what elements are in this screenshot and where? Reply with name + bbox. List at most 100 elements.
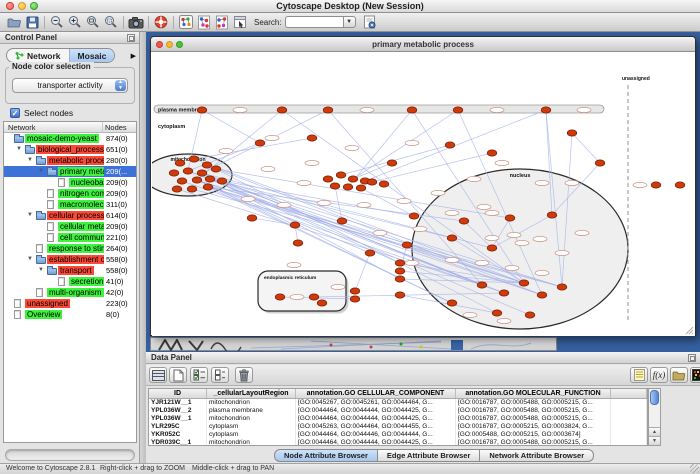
help-button[interactable] [152, 14, 170, 30]
zoom-out-icon [50, 15, 64, 29]
tab-network[interactable]: Network [7, 49, 69, 62]
table-row[interactable]: YDR039C__1mitochondrion[GO:0044464, GO:0… [149, 439, 647, 446]
attribute-table-button[interactable] [149, 367, 167, 383]
tree-row[interactable]: secretion41(0) [4, 276, 136, 287]
table-row[interactable]: YJR121W__1mitochondrion[GO:0045267, GO:0… [149, 399, 647, 407]
zoom-in-button[interactable] [66, 14, 84, 30]
tree-row[interactable]: cell communication221(0) [4, 232, 136, 243]
formula-builder-button[interactable]: f(x) [650, 367, 668, 383]
new-attribute-button[interactable] [169, 367, 187, 383]
tab-edge-attribute-browser[interactable]: Edge Attribute Browser [378, 449, 480, 462]
zoom-selected-button[interactable] [102, 14, 120, 30]
zoom-out-button[interactable] [48, 14, 66, 30]
toolbar-separator [148, 16, 149, 29]
tab-mosaic[interactable]: Mosaic [69, 49, 115, 62]
network-canvas[interactable]: plasma membranecytoplasmmitochondrionnuc… [152, 53, 695, 336]
table-cell-empty [611, 431, 647, 439]
tree-row[interactable]: nucleobase-containing c209(0) [4, 177, 136, 188]
import-attributes-button[interactable] [670, 367, 688, 383]
scroll-up-button[interactable]: ▲ [649, 427, 660, 436]
attribute-browser-button[interactable] [231, 14, 249, 30]
tree-row[interactable]: multi-organism process42(0) [4, 287, 136, 298]
matrix-view-button[interactable] [690, 367, 700, 383]
table-column-header[interactable]: annotation.GO CELLULAR_COMPONENT [296, 389, 456, 398]
table-scrollbar[interactable]: ▲ ▼ [648, 388, 661, 446]
search-options-button[interactable] [361, 14, 379, 30]
network-window-titlebar[interactable]: primary metabolic process [151, 37, 695, 52]
delete-attribute-button[interactable] [235, 367, 253, 383]
table-cell: [GO:0016787, GO:0005488, GO:0005215, G..… [456, 439, 611, 446]
tab-node-attribute-browser[interactable]: Node Attribute Browser [274, 449, 378, 462]
expand-arrow-icon[interactable]: ▼ [27, 256, 33, 263]
tree-row[interactable]: ▼cellular process614(0) [4, 210, 136, 221]
tree-row[interactable]: cellular metabolic proce209(0) [4, 221, 136, 232]
expand-arrow-icon[interactable]: ▼ [16, 146, 22, 153]
expand-arrow-icon[interactable]: ▼ [27, 157, 33, 164]
tree-row[interactable]: unassigned223(0) [4, 298, 136, 309]
folder-icon [36, 158, 46, 165]
scroll-down-button[interactable]: ▼ [649, 436, 660, 445]
tree-row[interactable]: macromolecule metabol311(0) [4, 199, 136, 210]
tree-row[interactable]: nitrogen compound met209(0) [4, 188, 136, 199]
open-session-button[interactable] [5, 14, 23, 30]
more-tabs-arrow[interactable]: ▶ [131, 52, 136, 60]
svg-text:unassigned: unassigned [622, 76, 650, 82]
table-row[interactable]: YLR295Ccytoplasm[GO:0045263, GO:0044464,… [149, 423, 647, 431]
background-network-sketch [151, 339, 556, 351]
resize-grip[interactable] [690, 464, 699, 473]
minimize-button[interactable] [18, 2, 26, 10]
table-column-header[interactable]: ID [149, 389, 207, 398]
background-window-strip[interactable] [150, 337, 557, 351]
table-row[interactable]: YKR052Ccytoplasm[GO:0044464, GO:0044446,… [149, 431, 647, 439]
table-row[interactable]: YPL036W__1mitochondrion[GO:0044464, GO:0… [149, 415, 647, 423]
tree-row[interactable]: Overview8(0) [4, 309, 136, 320]
tab-mosaic-label: Mosaic [78, 49, 107, 63]
save-session-button[interactable] [23, 14, 41, 30]
network-zoom-button[interactable] [176, 41, 183, 48]
tab-network-attribute-browser[interactable]: Network Attribute Browser [480, 449, 594, 462]
tree-row[interactable]: response to stimulus264(0) [4, 243, 136, 254]
search-input[interactable] [285, 16, 343, 28]
tree-row[interactable]: ▼biological_process651(0) [4, 144, 136, 155]
unselect-all-attributes-button[interactable] [211, 367, 229, 383]
tree-row[interactable]: ▼transport558(0) [4, 265, 136, 276]
network-overview-button[interactable] [177, 14, 195, 30]
save-disk-icon [26, 16, 39, 29]
apply-layout-alt-button[interactable] [213, 14, 231, 30]
combo-selected-value: transporter activity [37, 81, 102, 90]
expand-arrow-icon[interactable]: ▼ [27, 212, 33, 219]
apply-layout-button[interactable] [195, 14, 213, 30]
float-panel-icon[interactable] [127, 34, 135, 42]
attribute-list-button[interactable] [630, 367, 648, 383]
table-column-filler [611, 389, 647, 398]
expand-arrow-icon[interactable]: ▼ [38, 267, 44, 274]
tree-row[interactable]: ▼primary metabolic process209(... [4, 166, 136, 177]
table-cell: [GO:0016787, GO:0005488, GO:0005215, G..… [456, 407, 611, 415]
tree-row-node-count: 221(0) [104, 232, 136, 243]
select-nodes-checkbox[interactable]: ✓ [10, 108, 20, 118]
tree-row[interactable]: mosaic-demo-yeast874(0) [4, 133, 136, 144]
tree-row[interactable]: ▼metabolic process280(0) [4, 155, 136, 166]
zoom-fit-button[interactable] [84, 14, 102, 30]
select-all-attributes-button[interactable] [190, 367, 208, 383]
tree-row[interactable]: ▼establishment of localiz558(0) [4, 254, 136, 265]
table-column-header[interactable]: _cellularLayoutRegion [207, 389, 296, 398]
table-cell: mitochondrion [207, 439, 296, 446]
table-cell: cytoplasm [207, 423, 296, 431]
expand-arrow-icon[interactable]: ▼ [38, 168, 44, 175]
float-panel-icon[interactable] [688, 354, 696, 362]
search-dropdown-arrow[interactable]: ▼ [343, 16, 356, 28]
node-color-attribute-select[interactable]: transporter activity ▲▼ [12, 78, 128, 93]
table-row[interactable]: YPL036W__2plasma membrane[GO:0044464, GO… [149, 407, 647, 415]
network-close-button[interactable] [156, 41, 163, 48]
network-minimize-button[interactable] [166, 41, 173, 48]
select-nodes-row: ✓ Select nodes [10, 108, 73, 118]
scrollbar-thumb[interactable] [650, 390, 659, 405]
snapshot-button[interactable] [127, 14, 145, 30]
table-column-header[interactable]: annotation.GO MOLECULAR_FUNCTION [456, 389, 611, 398]
combo-stepper-icon: ▲▼ [115, 80, 126, 91]
network-view-window[interactable]: primary metabolic process plasma membran… [150, 36, 696, 336]
close-button[interactable] [6, 2, 14, 10]
tree-row-node-count: 264(0) [104, 243, 136, 254]
zoom-button[interactable] [30, 2, 38, 10]
